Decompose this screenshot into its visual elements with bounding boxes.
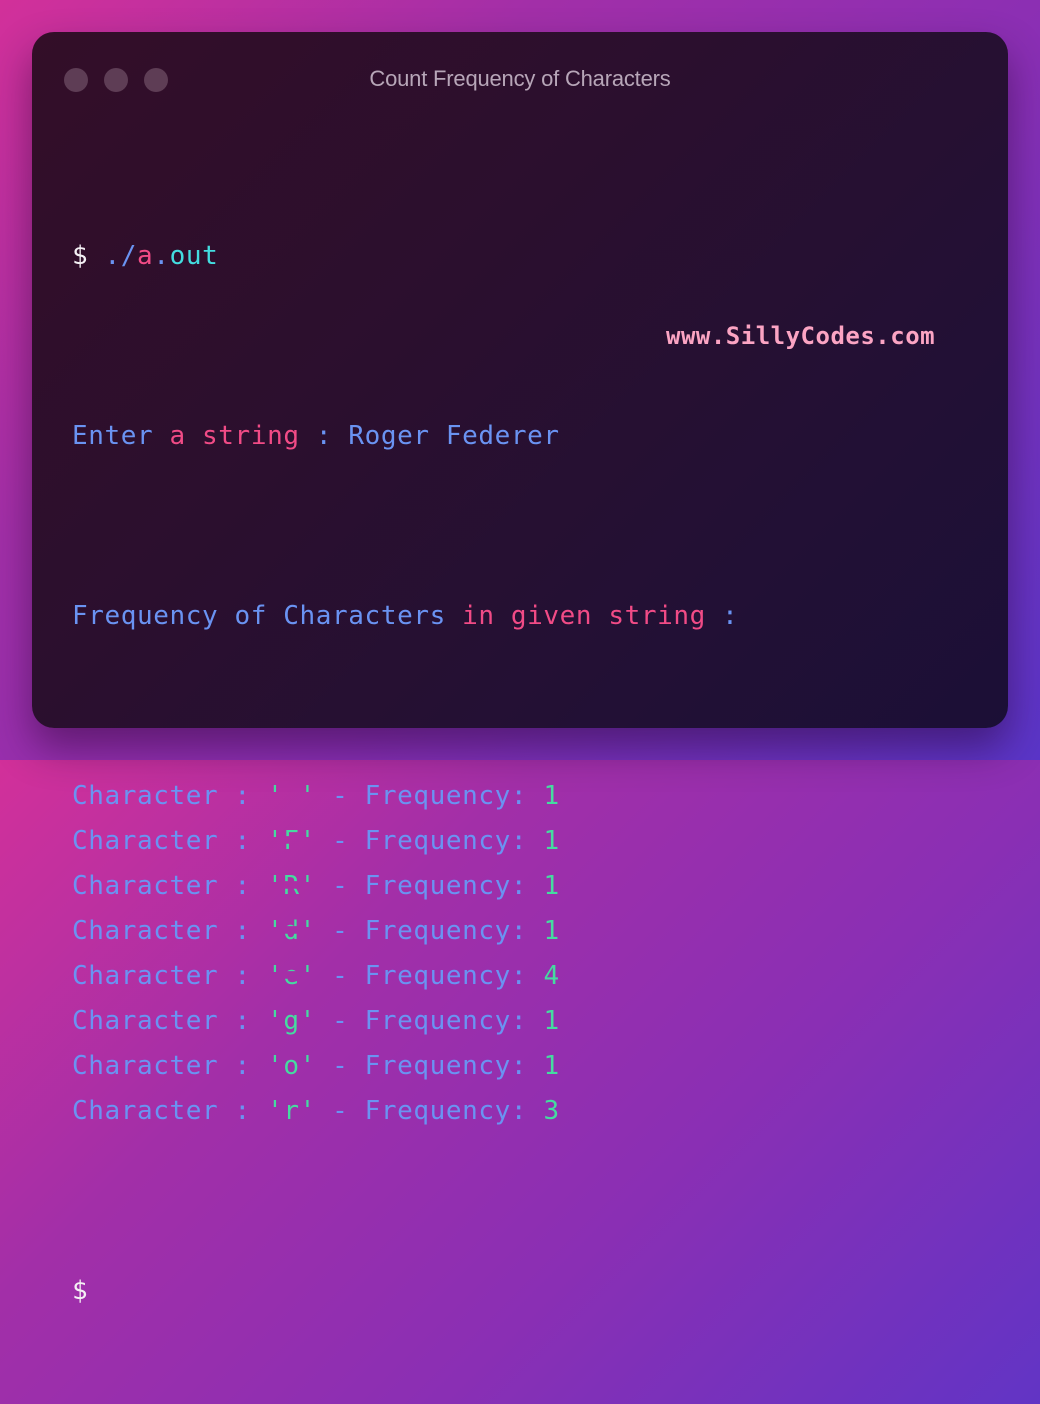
quote-open: ' xyxy=(267,1051,284,1081)
frequency-row: Character : 'e' - Frequency: 4 xyxy=(72,954,738,999)
frequency-row: Character : ' ' - Frequency: 1 xyxy=(72,774,738,819)
row-char: d xyxy=(283,916,300,946)
row-char: g xyxy=(283,1006,300,1036)
row-count: 1 xyxy=(543,1051,560,1081)
input-label-1: Enter xyxy=(72,421,154,451)
row-count: 4 xyxy=(543,961,560,991)
row-separator: - Frequency: xyxy=(332,781,528,811)
row-count: 1 xyxy=(543,916,560,946)
final-prompt: $ xyxy=(72,1276,89,1306)
row-label: Character : xyxy=(72,1006,251,1036)
row-char: o xyxy=(283,1051,300,1081)
row-count: 1 xyxy=(543,826,560,856)
window-title: Count Frequency of Characters xyxy=(369,66,671,91)
row-separator: - Frequency: xyxy=(332,1051,528,1081)
row-char: r xyxy=(283,1096,300,1126)
final-prompt-line: $ xyxy=(72,1269,738,1314)
input-label-colon: : xyxy=(315,421,333,451)
row-label: Character : xyxy=(72,826,251,856)
quote-close: ' xyxy=(299,871,316,901)
watermark: www.SillyCodes.com xyxy=(666,322,936,350)
header-colon: : xyxy=(722,601,739,631)
row-count: 1 xyxy=(543,1006,560,1036)
command-path-ext: out xyxy=(169,241,219,271)
row-label: Character : xyxy=(72,871,251,901)
frequency-row: Character : 'd' - Frequency: 1 xyxy=(72,909,738,954)
quote-close: ' xyxy=(299,781,316,811)
input-label-2: a string xyxy=(169,421,300,451)
title-bar: Count Frequency of Characters xyxy=(32,32,1008,128)
terminal-window: Count Frequency of Characters $ ./a.out … xyxy=(32,32,1008,1306)
quote-open: ' xyxy=(267,961,284,991)
quote-open: ' xyxy=(267,826,284,856)
row-separator: - Frequency: xyxy=(332,916,528,946)
row-label: Character : xyxy=(72,781,251,811)
command-path-prefix: ./ xyxy=(104,241,138,271)
row-label: Character : xyxy=(72,1051,251,1081)
input-value: Roger Federer xyxy=(348,421,560,451)
row-separator: - Frequency: xyxy=(332,871,528,901)
row-count: 1 xyxy=(543,871,560,901)
quote-close: ' xyxy=(299,1006,316,1036)
header-line: Frequency of Characters in given string … xyxy=(72,594,738,639)
row-count: 3 xyxy=(543,1096,560,1126)
row-char: e xyxy=(283,961,300,991)
quote-close: ' xyxy=(299,1051,316,1081)
row-count: 1 xyxy=(543,781,560,811)
quote-close: ' xyxy=(299,961,316,991)
quote-open: ' xyxy=(267,916,284,946)
header-part-2: in given string xyxy=(462,601,706,631)
frequency-row: Character : 'r' - Frequency: 3 xyxy=(72,1089,738,1134)
frequency-row: Character : 'g' - Frequency: 1 xyxy=(72,999,738,1044)
command-path-dot: . xyxy=(153,241,170,271)
terminal-output[interactable]: $ ./a.out Enter a string : Roger Federer… xyxy=(72,144,738,1404)
row-char xyxy=(283,774,299,819)
row-label: Character : xyxy=(72,916,251,946)
quote-open: ' xyxy=(267,1096,284,1126)
input-line: Enter a string : Roger Federer xyxy=(72,414,738,459)
quote-open: ' xyxy=(267,781,284,811)
command-line: $ ./a.out xyxy=(72,234,738,279)
row-char: F xyxy=(283,826,300,856)
row-separator: - Frequency: xyxy=(332,1096,528,1126)
command-path-name: a xyxy=(137,241,154,271)
row-separator: - Frequency: xyxy=(332,961,528,991)
header-part-1: Frequency of Characters xyxy=(72,601,446,631)
quote-close: ' xyxy=(299,826,316,856)
row-label: Character : xyxy=(72,1096,251,1126)
row-separator: - Frequency: xyxy=(332,1006,528,1036)
quote-close: ' xyxy=(299,916,316,946)
quote-open: ' xyxy=(267,1006,284,1036)
quote-close: ' xyxy=(299,1096,316,1126)
frequency-row: Character : 'R' - Frequency: 1 xyxy=(72,864,738,909)
frequency-row: Character : 'F' - Frequency: 1 xyxy=(72,819,738,864)
row-char: R xyxy=(283,871,300,901)
frequency-row: Character : 'o' - Frequency: 1 xyxy=(72,1044,738,1089)
row-label: Character : xyxy=(72,961,251,991)
prompt: $ xyxy=(72,241,89,271)
row-separator: - Frequency: xyxy=(332,826,528,856)
quote-open: ' xyxy=(267,871,284,901)
